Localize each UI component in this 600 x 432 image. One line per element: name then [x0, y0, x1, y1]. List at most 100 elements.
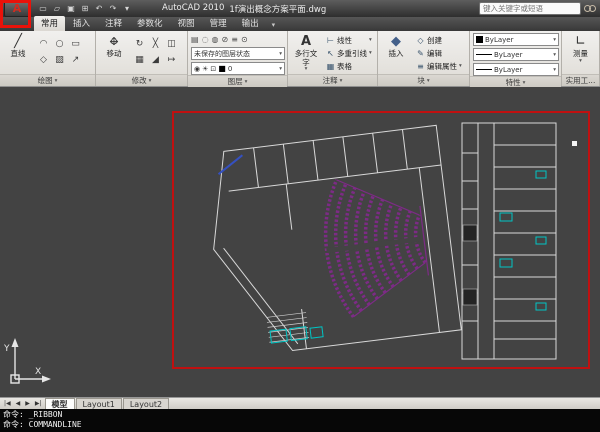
line-icon: ╱ — [14, 33, 22, 50]
edit-attributes-label: 编辑属性 — [427, 61, 457, 72]
panel-block-title: 块 — [417, 75, 425, 86]
save-icon[interactable]: ▣ — [65, 4, 77, 13]
redo-icon[interactable]: ↷ — [107, 4, 119, 13]
rotate-icon[interactable]: ↻ — [132, 36, 147, 51]
panel-label-draw[interactable]: 绘图 ▾ — [0, 74, 95, 86]
mirror-icon[interactable]: ◫ — [164, 36, 179, 51]
chevron-down-icon: ▾ — [553, 37, 556, 43]
search-input[interactable] — [479, 2, 581, 15]
drawing-canvas[interactable]: Y X — [0, 87, 600, 397]
fillet-icon[interactable]: ◢ — [148, 52, 163, 67]
prev-layout-button[interactable]: ◀ — [14, 400, 23, 407]
layer-tools-row: ▤ ◌ ◍ ⊘ ≡ ⊙ — [191, 33, 248, 45]
arc-icon[interactable]: ◠ — [36, 36, 51, 51]
edit-block-label: 编辑 — [427, 48, 442, 59]
linetype-dropdown[interactable]: ByLayer ▾ — [473, 48, 559, 61]
measure-button[interactable]: ∟ 测量 ▾ — [566, 33, 596, 64]
chevron-down-icon: ▾ — [305, 67, 308, 72]
layer-properties-icon[interactable]: ▤ — [191, 35, 199, 44]
insert-block-button[interactable]: ◆ 插入 — [381, 33, 411, 59]
ribbon-tab-row: 常用 插入 注释 参数化 视图 管理 输出 ▾ — [0, 17, 600, 31]
tab-layout2[interactable]: Layout2 — [123, 398, 169, 409]
sun-icon: ☀ — [202, 65, 208, 73]
panel-label-utilities[interactable]: 实用工... — [562, 74, 599, 86]
qat-menu-icon[interactable]: ▾ — [121, 4, 133, 13]
polygon-icon[interactable]: ◇ — [36, 52, 51, 67]
layer-state-dropdown[interactable]: 未保存的图层状态 ▾ — [191, 47, 285, 60]
tab-view[interactable]: 视图 — [171, 16, 202, 31]
circle-icon[interactable]: ○ — [52, 36, 67, 51]
undo-icon[interactable]: ↶ — [93, 4, 105, 13]
create-block-icon: ◇ — [416, 36, 425, 45]
tab-manage[interactable]: 管理 — [203, 16, 234, 31]
tab-home[interactable]: 常用 — [34, 16, 65, 31]
panel-label-annotation[interactable]: 注释 ▾ — [288, 74, 377, 86]
ribbon-minimize-button[interactable]: ▾ — [267, 21, 281, 31]
panel-label-modify[interactable]: 修改 ▾ — [96, 74, 187, 86]
move-button[interactable]: ↔ ↕ 移动 — [99, 33, 129, 59]
array-icon[interactable]: ▦ — [132, 52, 147, 67]
tab-model[interactable]: 模型 — [45, 398, 75, 409]
tab-output[interactable]: 输出 — [235, 16, 266, 31]
rectangle-icon[interactable]: ▭ — [68, 36, 83, 51]
mtext-icon: A — [301, 33, 311, 50]
first-layout-button[interactable]: |◀ — [2, 400, 13, 407]
tab-layout1[interactable]: Layout1 — [76, 398, 122, 409]
edit-attributes-icon: ≡ — [416, 62, 425, 71]
tab-annotate[interactable]: 注释 — [98, 16, 129, 31]
panel-modify: ↔ ↕ 移动 ↻ ╳ ◫ ▦ ◢ ↦ 修改 ▾ — [96, 31, 188, 86]
panel-utilities-title: 实用工... — [566, 75, 596, 86]
modify-icon-grid: ↻ ╳ ◫ ▦ ◢ ↦ — [132, 36, 179, 67]
mtext-button[interactable]: A 多行文字 ▾ — [291, 33, 321, 72]
last-layout-button[interactable]: ▶| — [33, 400, 44, 407]
panel-label-block[interactable]: 块 ▾ — [378, 74, 469, 86]
panel-layers: ▤ ◌ ◍ ⊘ ≡ ⊙ 未保存的图层状态 ▾ ◉ ☀ ⊡ ■ 0 ▾ — [188, 31, 288, 86]
next-layout-button[interactable]: ▶ — [23, 400, 32, 407]
layer-off-icon[interactable]: ◌ — [202, 35, 209, 44]
edit-attributes-button[interactable]: ≡ 编辑属性 ▾ — [414, 60, 464, 72]
object-color-dropdown[interactable]: ByLayer ▾ — [473, 33, 559, 46]
stretch-icon[interactable]: ↦ — [164, 52, 179, 67]
create-block-button[interactable]: ◇ 创建 — [414, 34, 464, 46]
insert-block-label: 插入 — [389, 50, 404, 59]
panel-draw-title: 绘图 — [38, 75, 53, 86]
linetype-value: ByLayer — [494, 51, 522, 59]
plot-icon[interactable]: ⊞ — [79, 4, 91, 13]
layer-dropdown[interactable]: ◉ ☀ ⊡ ■ 0 ▾ — [191, 62, 285, 75]
layer-lock-icon[interactable]: ⊙ — [241, 35, 248, 44]
layer-match-icon[interactable]: ≡ — [231, 35, 238, 44]
chevron-down-icon: ▾ — [579, 59, 582, 64]
main-block — [202, 125, 461, 358]
hatch-icon[interactable]: ▨ — [52, 52, 67, 67]
layer-freeze-icon[interactable]: ⊘ — [222, 35, 229, 44]
panel-annotation-title: 注释 — [323, 75, 338, 86]
edit-block-button[interactable]: ✎ 编辑 — [414, 47, 464, 59]
line-button[interactable]: ╱ 直线 — [3, 33, 33, 59]
lock-icon: ⊡ — [210, 65, 216, 73]
linear-dimension-button[interactable]: ⊢ 线性 ▾ — [324, 34, 374, 46]
tab-insert[interactable]: 插入 — [66, 16, 97, 31]
autocad-logo-icon: A — [13, 3, 22, 14]
panel-annotation: A 多行文字 ▾ ⊢ 线性 ▾ ↖ 多重引线 ▾ — [288, 31, 378, 86]
command-window[interactable]: 命令: _RIBBON 命令: COMMANDLINE — [0, 409, 600, 432]
table-icon: ▦ — [326, 62, 335, 71]
panel-label-layers[interactable]: 图层 ▾ — [188, 75, 287, 87]
new-file-icon[interactable]: ▭ — [37, 4, 49, 13]
tab-parametric[interactable]: 参数化 — [130, 16, 170, 31]
table-button[interactable]: ▦ 表格 — [324, 60, 374, 72]
multileader-button[interactable]: ↖ 多重引线 ▾ — [324, 47, 374, 59]
measure-icon: ∟ — [575, 33, 586, 50]
create-block-label: 创建 — [427, 35, 442, 46]
autocad-window: A ▭ ▱ ▣ ⊞ ↶ ↷ ▾ AutoCAD 2010 1f演出概念方案平面.… — [0, 0, 600, 432]
ray-icon[interactable]: ↗ — [68, 52, 83, 67]
trim-icon[interactable]: ╳ — [148, 36, 163, 51]
blue-detail-line — [217, 155, 245, 174]
layer-isolate-icon[interactable]: ◍ — [212, 35, 219, 44]
stair-core — [463, 225, 477, 241]
lineweight-dropdown[interactable]: ByLayer ▾ — [473, 63, 559, 76]
grip-point[interactable] — [572, 141, 577, 146]
open-file-icon[interactable]: ▱ — [51, 4, 63, 13]
search-icon[interactable] — [584, 5, 596, 13]
line-button-label: 直线 — [11, 50, 26, 59]
application-menu-button[interactable]: A — [4, 1, 30, 17]
